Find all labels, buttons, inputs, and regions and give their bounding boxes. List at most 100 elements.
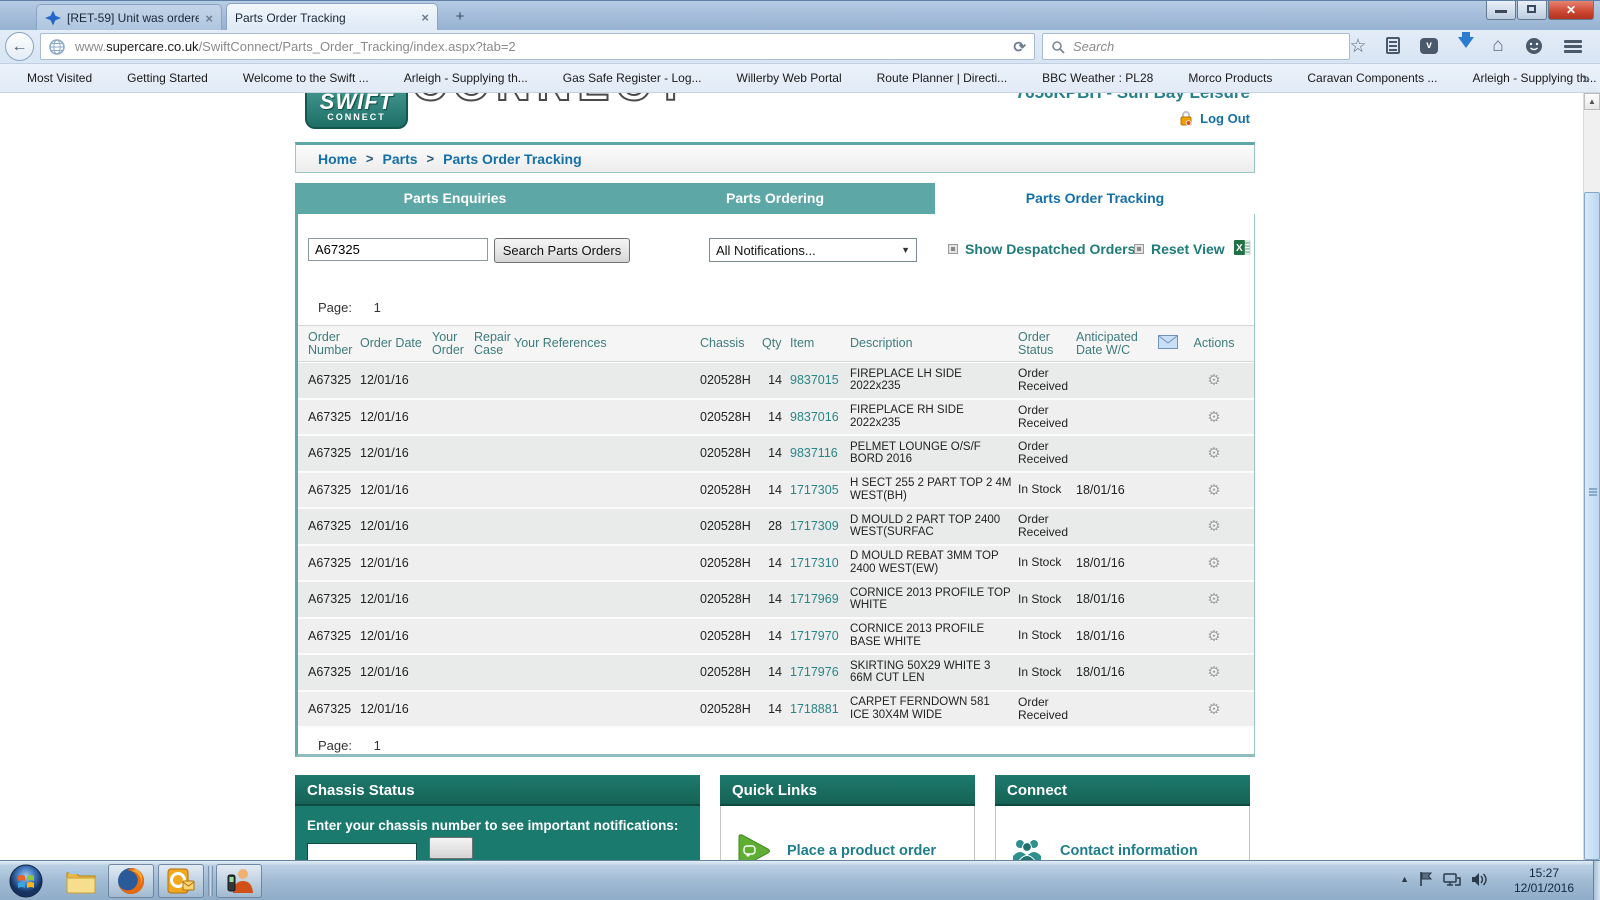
breadcrumb-parts[interactable]: Parts <box>383 151 418 167</box>
order-search-input[interactable] <box>308 238 488 261</box>
col-order-number[interactable]: Order Number <box>308 330 360 357</box>
row-actions-gear-icon[interactable]: ⚙ <box>1188 700 1240 718</box>
search-parts-orders-button[interactable]: Search Parts Orders <box>494 238 630 263</box>
order-row[interactable]: A67325 12/01/16 020528H 14 9837015 FIREP… <box>298 363 1254 400</box>
browser-tab-active[interactable]: Parts Order Tracking × <box>226 3 438 31</box>
col-order-date[interactable]: Order Date <box>360 337 432 350</box>
bookmark-item[interactable]: BBC Weather : PL28 <box>1021 70 1153 86</box>
contact-information-link[interactable]: Contact information <box>1060 843 1198 859</box>
tab-parts-enquiries[interactable]: Parts Enquiries <box>295 183 615 214</box>
browser-tab-jira[interactable]: [RET-59] Unit was ordered ... × <box>36 4 222 31</box>
menu-icon[interactable] <box>1564 40 1582 54</box>
bookmark-item[interactable]: Route Planner | Directi... <box>856 70 1008 86</box>
notifications-select[interactable]: All Notifications... ▼ <box>709 238 917 262</box>
col-item[interactable]: Item <box>790 337 850 350</box>
bookmark-item[interactable]: Morco Products <box>1167 70 1272 86</box>
col-description[interactable]: Description <box>850 337 1018 350</box>
row-actions-gear-icon[interactable]: ⚙ <box>1188 371 1240 389</box>
bookmark-item[interactable]: Welcome to the Swift ... <box>222 70 369 86</box>
export-excel-icon[interactable]: X <box>1234 239 1251 261</box>
item-link[interactable]: 1717310 <box>790 556 850 570</box>
restore-button[interactable] <box>1517 1 1547 20</box>
network-icon[interactable] <box>1443 872 1461 887</box>
close-window-button[interactable]: ✕ <box>1548 1 1594 20</box>
reload-icon[interactable]: ⟳ <box>1013 38 1026 56</box>
reset-view-link[interactable]: Reset View <box>1134 241 1225 257</box>
bookmarks-overflow-chevron[interactable]: » <box>1582 70 1590 86</box>
item-link[interactable]: 1717305 <box>790 483 850 497</box>
row-actions-gear-icon[interactable]: ⚙ <box>1188 627 1240 645</box>
back-button[interactable]: ← <box>5 32 34 61</box>
show-despatched-orders-link[interactable]: Show Despatched Orders <box>948 241 1135 257</box>
order-row[interactable]: A67325 12/01/16 020528H 28 1717309 D MOU… <box>298 509 1254 546</box>
page-number[interactable]: 1 <box>374 738 381 753</box>
show-desktop-button[interactable] <box>1593 861 1600 900</box>
col-anticipated-date[interactable]: Anticipated Date W/C <box>1076 330 1158 357</box>
col-qty[interactable]: Qty <box>762 337 790 350</box>
row-actions-gear-icon[interactable]: ⚙ <box>1188 590 1240 608</box>
order-row[interactable]: A67325 12/01/16 020528H 14 1717310 D MOU… <box>298 545 1254 582</box>
volume-icon[interactable] <box>1471 872 1488 887</box>
scroll-up-icon[interactable]: ▲ <box>1584 93 1600 110</box>
order-row[interactable]: A67325 12/01/16 020528H 14 1717969 CORNI… <box>298 582 1254 619</box>
order-row[interactable]: A67325 12/01/16 020528H 14 1718881 CARPE… <box>298 691 1254 728</box>
minimize-button[interactable] <box>1486 1 1516 20</box>
taskbar-firefox-button[interactable] <box>108 864 154 898</box>
pocket-icon[interactable]: v <box>1420 38 1438 54</box>
logout-link[interactable]: Log Out <box>900 110 1250 126</box>
item-link[interactable]: 9837015 <box>790 373 850 387</box>
item-link[interactable]: 1717976 <box>790 665 850 679</box>
item-link[interactable]: 9837116 <box>790 446 850 460</box>
bookmark-item[interactable]: Arleigh - Supplying th... <box>1451 70 1596 86</box>
browser-scrollbar[interactable]: ▲ <box>1583 93 1600 860</box>
order-row[interactable]: A67325 12/01/16 020528H 14 1717305 H SEC… <box>298 472 1254 509</box>
page-number[interactable]: 1 <box>374 300 381 315</box>
taskbar-phone-app-button[interactable] <box>216 864 262 898</box>
row-actions-gear-icon[interactable]: ⚙ <box>1188 444 1240 462</box>
order-row[interactable]: A67325 12/01/16 020528H 14 9837016 FIREP… <box>298 399 1254 436</box>
col-order-status[interactable]: Order Status <box>1018 330 1076 357</box>
order-row[interactable]: A67325 12/01/16 020528H 14 1717970 CORNI… <box>298 618 1254 655</box>
action-center-flag-icon[interactable] <box>1419 871 1433 887</box>
bookmark-item[interactable]: Most Visited <box>6 70 92 86</box>
row-actions-gear-icon[interactable]: ⚙ <box>1188 481 1240 499</box>
close-tab-icon[interactable]: × <box>205 11 213 26</box>
chassis-number-input[interactable] <box>307 843 417 860</box>
item-link[interactable]: 1717970 <box>790 629 850 643</box>
search-input[interactable]: Search <box>1042 33 1350 60</box>
row-actions-gear-icon[interactable]: ⚙ <box>1188 554 1240 572</box>
bookmark-item[interactable]: Caravan Components ... <box>1286 70 1437 86</box>
col-repair-case[interactable]: Repair Case <box>474 330 514 357</box>
home-icon[interactable]: ⌂ <box>1486 35 1510 57</box>
chassis-go-button[interactable] <box>429 837 474 859</box>
col-your-order[interactable]: Your Order <box>432 330 474 357</box>
item-link[interactable]: 1717969 <box>790 592 850 606</box>
hidden-icons-chevron[interactable]: ▲ <box>1400 874 1409 884</box>
place-product-order-link[interactable]: Place a product order <box>787 843 936 859</box>
start-button[interactable] <box>8 863 44 900</box>
row-actions-gear-icon[interactable]: ⚙ <box>1188 663 1240 681</box>
order-row[interactable]: A67325 12/01/16 020528H 14 1717976 SKIRT… <box>298 655 1254 692</box>
bookmark-item[interactable]: Willerby Web Portal <box>716 70 842 86</box>
tab-parts-ordering[interactable]: Parts Ordering <box>615 183 935 214</box>
bookmark-item[interactable]: Getting Started <box>106 70 208 86</box>
reading-list-icon[interactable] <box>1386 37 1400 54</box>
order-row[interactable]: A67325 12/01/16 020528H 14 9837116 PELME… <box>298 436 1254 473</box>
breadcrumb-home[interactable]: Home <box>318 151 357 167</box>
tab-parts-order-tracking[interactable]: Parts Order Tracking <box>935 183 1255 214</box>
row-actions-gear-icon[interactable]: ⚙ <box>1188 517 1240 535</box>
taskbar-outlook-button[interactable] <box>158 864 204 898</box>
scrollbar-thumb[interactable] <box>1584 192 1600 860</box>
col-chassis[interactable]: Chassis <box>700 337 762 350</box>
taskbar-explorer-button[interactable] <box>58 864 104 898</box>
col-your-references[interactable]: Your References <box>514 337 700 350</box>
item-link[interactable]: 9837016 <box>790 410 850 424</box>
item-link[interactable]: 1717309 <box>790 519 850 533</box>
taskbar-clock[interactable]: 15:27 12/01/2016 <box>1496 866 1592 896</box>
hello-smiley-icon[interactable] <box>1522 37 1546 60</box>
item-link[interactable]: 1718881 <box>790 702 850 716</box>
new-tab-button[interactable]: + <box>448 8 472 27</box>
close-tab-icon[interactable]: × <box>421 10 429 25</box>
bookmark-star-icon[interactable]: ☆ <box>1346 35 1370 58</box>
bookmark-item[interactable]: Gas Safe Register - Log... <box>542 70 702 86</box>
